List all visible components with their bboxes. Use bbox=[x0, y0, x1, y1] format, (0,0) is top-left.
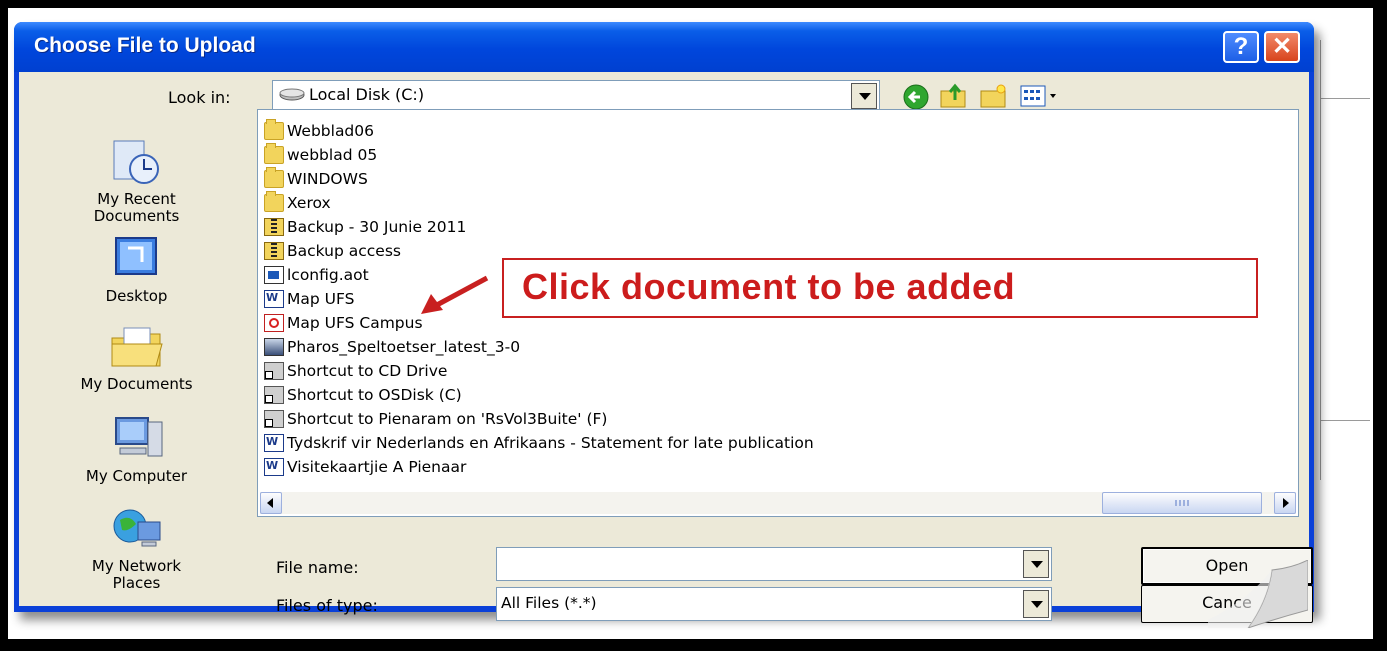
place-label: My Network bbox=[91, 557, 182, 575]
list-item[interactable]: Pharos_Speltoetser_latest_3-0 bbox=[264, 336, 520, 358]
list-item[interactable]: Tydskrif vir Nederlands en Afrikaans - S… bbox=[264, 432, 814, 454]
close-button[interactable]: ✕ bbox=[1264, 31, 1300, 63]
word-document-icon bbox=[264, 434, 284, 452]
place-my-computer[interactable]: My Computer bbox=[19, 414, 254, 485]
list-item[interactable]: Map UFS Campus bbox=[264, 312, 423, 334]
folder-icon bbox=[264, 143, 284, 164]
shortcut-icon bbox=[264, 362, 284, 380]
file-name: Map UFS bbox=[287, 290, 355, 308]
word-document-icon bbox=[264, 290, 284, 308]
file-name: Map UFS Campus bbox=[287, 314, 423, 332]
pdf-document-icon bbox=[264, 314, 284, 332]
file-name: webblad 05 bbox=[287, 146, 378, 164]
page-curl-decoration bbox=[1208, 560, 1308, 628]
file-name-label: File name: bbox=[276, 558, 359, 577]
background-line bbox=[1320, 98, 1370, 99]
list-item[interactable]: Backup - 30 Junie 2011 bbox=[264, 216, 466, 238]
file-name: Backup access bbox=[287, 242, 401, 260]
folder-icon bbox=[264, 119, 284, 140]
list-item[interactable]: WINDOWS bbox=[264, 167, 368, 190]
chevron-down-icon[interactable] bbox=[1023, 550, 1049, 578]
place-label: My Documents bbox=[80, 375, 193, 393]
place-label: My Computer bbox=[85, 467, 188, 485]
folder-icon bbox=[264, 167, 284, 188]
application-icon bbox=[264, 338, 284, 356]
scroll-left-button[interactable] bbox=[260, 492, 282, 514]
scroll-right-button[interactable] bbox=[1274, 492, 1296, 514]
file-name: Webblad06 bbox=[287, 122, 374, 140]
files-of-type-dropdown[interactable]: All Files (*.*) bbox=[496, 587, 1052, 621]
list-item[interactable]: Backup access bbox=[264, 240, 401, 262]
file-name: Xerox bbox=[287, 194, 331, 212]
my-computer-icon bbox=[108, 414, 166, 464]
file-name: Shortcut to OSDisk (C) bbox=[287, 386, 462, 404]
up-folder-icon[interactable] bbox=[939, 82, 969, 110]
look-in-value: Local Disk (C:) bbox=[279, 85, 424, 104]
shortcut-icon bbox=[264, 386, 284, 404]
desktop-icon bbox=[108, 234, 166, 284]
place-label: Documents bbox=[93, 207, 180, 225]
annotation-callout: Click document to be added bbox=[502, 258, 1258, 318]
help-button[interactable]: ? bbox=[1223, 31, 1259, 63]
file-name: Pharos_Speltoetser_latest_3-0 bbox=[287, 338, 521, 356]
list-item[interactable]: Shortcut to CD Drive bbox=[264, 360, 447, 382]
file-name: Backup - 30 Junie 2011 bbox=[287, 218, 467, 236]
folder-icon bbox=[264, 191, 284, 212]
files-of-type-value: All Files (*.*) bbox=[501, 594, 597, 612]
network-places-icon bbox=[108, 504, 166, 554]
list-item[interactable]: Shortcut to OSDisk (C) bbox=[264, 384, 462, 406]
place-label: Places bbox=[112, 574, 161, 592]
chevron-down-icon[interactable] bbox=[1023, 590, 1049, 618]
file-name: Visitekaartjie A Pienaar bbox=[287, 458, 467, 476]
place-desktop[interactable]: Desktop bbox=[19, 234, 254, 305]
shortcut-icon bbox=[264, 410, 284, 428]
list-item[interactable]: Xerox bbox=[264, 191, 331, 214]
dialog-title: Choose File to Upload bbox=[34, 34, 256, 57]
list-item[interactable]: lconfig.aot bbox=[264, 264, 369, 286]
config-file-icon bbox=[264, 266, 284, 284]
my-documents-icon bbox=[108, 322, 166, 372]
list-item[interactable]: Shortcut to Pienaram on 'RsVol3Buite' (F… bbox=[264, 408, 607, 430]
file-name: WINDOWS bbox=[287, 170, 368, 188]
annotation-arrow-icon bbox=[421, 275, 489, 314]
list-item[interactable]: webblad 05 bbox=[264, 143, 378, 166]
title-bar[interactable]: Choose File to Upload ? ✕ bbox=[14, 22, 1314, 72]
zip-folder-icon bbox=[264, 242, 284, 260]
list-item[interactable]: Map UFS bbox=[264, 288, 354, 310]
list-item[interactable]: Webblad06 bbox=[264, 119, 374, 142]
scroll-thumb[interactable] bbox=[1102, 492, 1262, 514]
zip-folder-icon bbox=[264, 218, 284, 236]
drive-icon bbox=[279, 88, 305, 101]
views-menu-icon[interactable] bbox=[1019, 83, 1061, 109]
background-line bbox=[1320, 40, 1321, 480]
list-item[interactable]: Visitekaartjie A Pienaar bbox=[264, 456, 466, 478]
recent-documents-icon bbox=[108, 137, 166, 187]
new-folder-icon[interactable] bbox=[979, 82, 1009, 110]
look-in-dropdown[interactable]: Local Disk (C:) bbox=[272, 80, 880, 112]
file-name: lconfig.aot bbox=[287, 266, 369, 284]
place-label: My Recent bbox=[97, 190, 176, 208]
place-my-recent-documents[interactable]: My Recent Documents bbox=[19, 137, 254, 225]
file-name: Tydskrif vir Nederlands en Afrikaans - S… bbox=[287, 434, 814, 452]
back-icon[interactable] bbox=[902, 83, 930, 111]
word-document-icon bbox=[264, 458, 284, 476]
place-my-documents[interactable]: My Documents bbox=[19, 322, 254, 393]
place-my-network-places[interactable]: My Network Places bbox=[19, 504, 254, 592]
look-in-label: Look in: bbox=[168, 88, 231, 107]
look-in-text: Local Disk (C:) bbox=[309, 85, 425, 104]
files-of-type-label: Files of type: bbox=[276, 596, 378, 615]
annotation-text: Click document to be added bbox=[522, 266, 1016, 307]
place-label: Desktop bbox=[105, 287, 168, 305]
file-name-input[interactable] bbox=[496, 547, 1052, 581]
file-name: Shortcut to CD Drive bbox=[287, 362, 448, 380]
file-name: Shortcut to Pienaram on 'RsVol3Buite' (F… bbox=[287, 410, 608, 428]
background-line bbox=[1320, 420, 1370, 421]
horizontal-scrollbar[interactable] bbox=[260, 492, 1296, 514]
chevron-down-icon[interactable] bbox=[851, 83, 877, 109]
